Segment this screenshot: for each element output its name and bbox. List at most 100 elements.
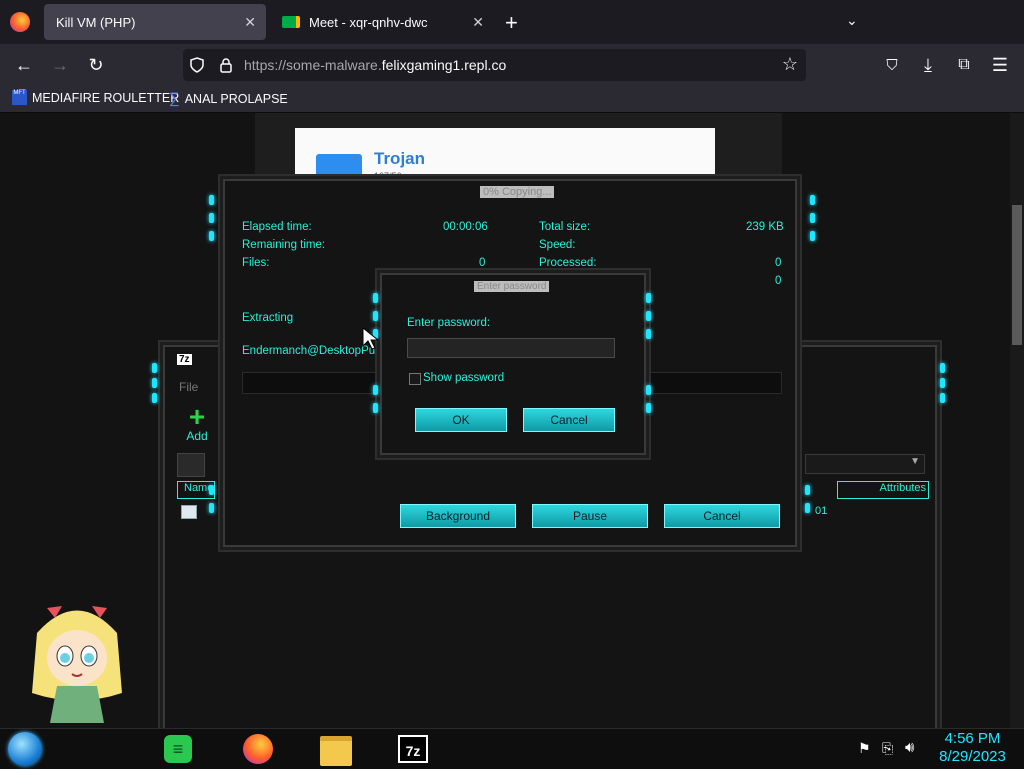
neon-accent: [209, 231, 214, 241]
cancel-button[interactable]: Cancel: [664, 504, 780, 528]
folder-up-icon[interactable]: [177, 453, 205, 477]
bookmarks-toolbar: MFT MEDIAFIRE ROULETTER ∑ ANAL PROLAPSE: [0, 86, 1024, 113]
close-icon[interactable]: ✕: [472, 14, 484, 31]
processed-label: Processed:: [539, 257, 597, 269]
bookmark-mediafire[interactable]: MFT MEDIAFIRE ROULETTER: [12, 90, 179, 105]
neon-accent: [805, 485, 810, 495]
speed-label: Speed:: [539, 239, 576, 251]
close-icon[interactable]: ✕: [244, 14, 256, 31]
neon-accent: [152, 393, 157, 403]
extracting-label: Extracting: [242, 312, 294, 324]
file-explorer-icon[interactable]: [320, 736, 352, 766]
extra-value: 0: [775, 275, 782, 287]
lock-icon[interactable]: [219, 57, 233, 73]
tab-title: Kill VM (PHP): [56, 14, 136, 30]
pause-button[interactable]: Pause: [532, 504, 648, 528]
scrollbar-thumb[interactable]: [1012, 205, 1022, 345]
neon-accent: [646, 403, 651, 413]
tab-title: Meet - xqr-qnhv-dwc: [309, 14, 428, 30]
row-fragment: 01: [815, 505, 828, 517]
menu-file[interactable]: File: [179, 380, 198, 394]
add-label: Add: [186, 429, 208, 443]
pocket-icon[interactable]: ⛉: [880, 53, 904, 77]
downloads-icon[interactable]: ⤓: [916, 53, 940, 77]
back-arrow-icon[interactable]: ←: [12, 53, 36, 77]
tab-kill-vm[interactable]: Kill VM (PHP) ✕: [44, 4, 266, 40]
col-header-attributes[interactable]: Attributes: [837, 481, 929, 499]
ok-button[interactable]: OK: [415, 408, 507, 432]
show-password-checkbox[interactable]: [409, 373, 421, 385]
taskbar: ≡ 7z ⚑ ⎘ 🔊︎ 4:56 PM 8/29/2023: [0, 728, 1024, 769]
new-tab-button[interactable]: +: [505, 10, 518, 36]
scrollbar[interactable]: [1010, 113, 1024, 728]
neon-accent: [646, 385, 651, 395]
meet-icon: [282, 16, 300, 28]
neon-accent: [373, 403, 378, 413]
neon-accent: [646, 329, 651, 339]
password-cancel-button[interactable]: Cancel: [523, 408, 615, 432]
bookmark-label: ANAL PROLAPSE: [184, 91, 288, 106]
shield-icon[interactable]: [189, 57, 205, 73]
total-size-label: Total size:: [539, 221, 591, 233]
neon-accent: [373, 311, 378, 321]
neon-accent: [940, 393, 945, 403]
path-dropdown[interactable]: ▼: [805, 454, 925, 474]
tab-bar: Kill VM (PHP) ✕ Meet - xqr-qnhv-dwc ✕ + …: [0, 0, 1024, 44]
total-size-value: 239 KB: [746, 221, 784, 233]
network-icon[interactable]: ⎘: [882, 740, 893, 757]
flag-icon[interactable]: ⚑: [858, 740, 871, 757]
menu-hamburger-icon[interactable]: ☰: [988, 53, 1012, 77]
password-dialog[interactable]: Enter password Enter password: Show pass…: [380, 273, 646, 455]
mediafire-icon: MFT: [12, 90, 27, 105]
elapsed-label: Elapsed time:: [242, 221, 312, 233]
tab-meet[interactable]: Meet - xqr-qnhv-dwc ✕: [272, 4, 494, 40]
processed-value: 0: [775, 257, 782, 269]
url-domain: felixgaming1.repl.co: [381, 57, 507, 73]
neon-accent: [152, 363, 157, 373]
notes-app-icon[interactable]: ≡: [164, 735, 192, 763]
neon-accent: [209, 195, 214, 205]
bookmark-star-icon[interactable]: ☆: [782, 54, 798, 75]
neon-accent: [646, 293, 651, 303]
volume-icon[interactable]: 🔊︎: [905, 739, 914, 756]
url-bar[interactable]: https://some-malware.felixgaming1.repl.c…: [183, 49, 806, 81]
reload-icon[interactable]: ↻: [84, 53, 108, 77]
files-label: Files:: [242, 257, 270, 269]
folder-title: Trojan: [374, 149, 426, 168]
bookmark-label: MEDIAFIRE ROULETTER: [32, 90, 180, 105]
neon-accent: [209, 503, 214, 513]
vm-screen[interactable]: Trojan 107/56 7z File + Add ▼ Name Attri…: [0, 113, 1024, 732]
plus-icon: +: [188, 401, 206, 432]
forward-arrow-icon[interactable]: →: [48, 53, 72, 77]
url-text[interactable]: https://some-malware.felixgaming1.repl.c…: [244, 57, 506, 73]
clock-date: 8/29/2023: [939, 748, 1006, 765]
remaining-label: Remaining time:: [242, 239, 326, 251]
files-value: 0: [479, 257, 486, 269]
neon-accent: [209, 485, 214, 495]
clock[interactable]: 4:56 PM 8/29/2023: [930, 730, 1015, 766]
add-button[interactable]: + Add: [182, 401, 212, 444]
neon-accent: [805, 503, 810, 513]
filemanager-logo: 7z: [177, 354, 192, 365]
password-prompt: Enter password:: [407, 317, 491, 329]
file-icon[interactable]: [181, 505, 197, 519]
show-password-label[interactable]: Show password: [423, 372, 504, 384]
app-7z-taskbar-button[interactable]: 7z: [398, 735, 428, 763]
background-button[interactable]: Background: [400, 504, 516, 528]
password-dialog-title: Enter password: [474, 281, 550, 292]
extensions-icon[interactable]: ⧉: [952, 53, 976, 77]
firefox-taskbar-icon[interactable]: [243, 734, 273, 764]
neon-accent: [810, 231, 815, 241]
bookmark-second[interactable]: ∑ ANAL PROLAPSE: [169, 90, 288, 107]
neon-accent: [373, 385, 378, 395]
neon-accent: [810, 213, 815, 223]
password-input[interactable]: [407, 338, 615, 358]
list-all-tabs-chevron-icon[interactable]: ⌄: [846, 12, 858, 29]
path-text: Endermanch@DesktopPu...: [242, 345, 380, 357]
start-orb-icon[interactable]: [8, 732, 42, 766]
firefox-menu-icon[interactable]: [10, 12, 30, 32]
neon-accent: [810, 195, 815, 205]
elapsed-value: 00:00:06: [443, 221, 488, 233]
star-character-icon: [32, 606, 122, 723]
mouse-cursor-icon: [362, 327, 380, 350]
